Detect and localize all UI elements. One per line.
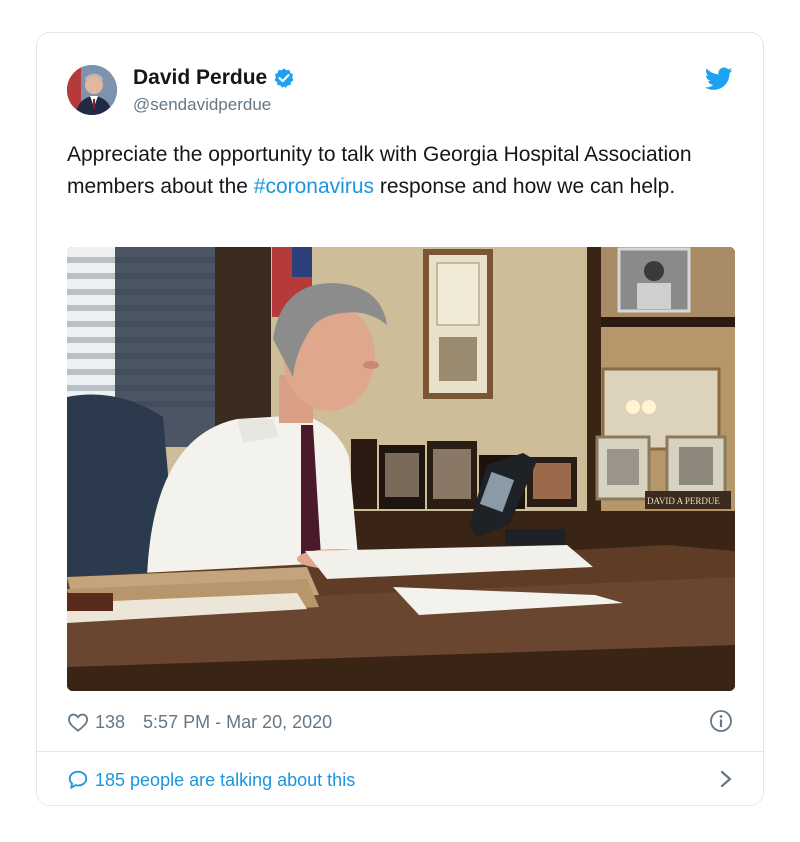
reply-bubble-icon [68,770,88,789]
tweet-text-end: response and how we can help. [374,175,676,198]
twitter-bird-icon[interactable] [705,67,733,91]
info-icon[interactable] [709,709,733,733]
office-photo: DAVID A PERDUE [67,247,735,691]
tweet-photo[interactable]: DAVID A PERDUE [67,247,735,691]
author-name-text[interactable]: David Perdue [133,66,267,90]
tweet-text: Appreciate the opportunity to talk with … [67,139,743,203]
author-name[interactable]: David Perdue [133,66,295,90]
conversation-count-text[interactable]: 185 people are talking about this [95,770,355,791]
heart-icon[interactable] [67,712,89,732]
tweet-card[interactable]: David Perdue @sendavidperdue Appreciate … [36,32,764,806]
verified-badge-icon [274,68,294,88]
conversation-link[interactable]: 185 people are talking about this [67,767,733,793]
avatar[interactable] [67,65,117,115]
chevron-right-icon[interactable] [719,769,733,789]
avatar-image [67,65,117,115]
tweet-timestamp[interactable]: 5:57 PM - Mar 20, 2020 [143,712,332,733]
footer-divider [37,751,763,752]
tweet-meta: 138 5:57 PM - Mar 20, 2020 [67,709,733,735]
nameplate-text: DAVID A PERDUE [647,496,720,506]
like-count[interactable]: 138 [95,712,125,733]
hashtag-link[interactable]: #coronavirus [254,175,374,198]
author-handle[interactable]: @sendavidperdue [133,95,271,115]
